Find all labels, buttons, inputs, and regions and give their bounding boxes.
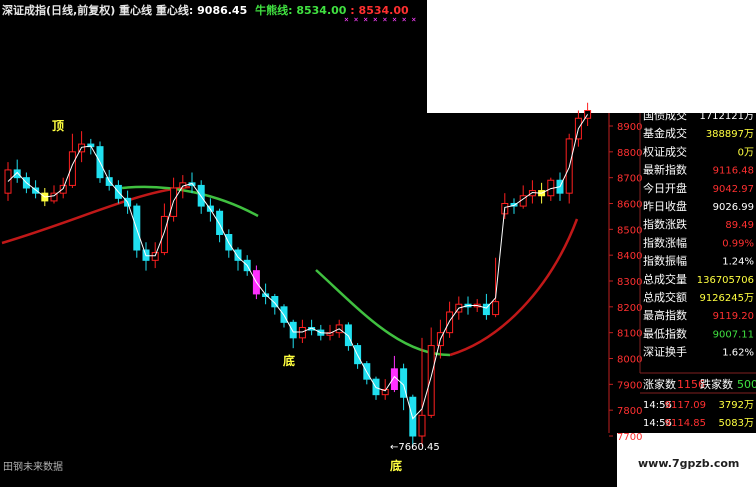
panel-row-value: 1712121万 (699, 111, 754, 122)
candle-body (446, 311, 454, 334)
chart-title: 深证成指(日线,前复权) 重心线 重心线: (2, 3, 193, 17)
panel-row-label: 指数振幅 (643, 254, 687, 268)
bottom-annotation-2: 底 (390, 458, 402, 473)
axis-tick-label: 8400 (617, 251, 642, 262)
tick-vol: 5083万 (719, 418, 754, 429)
panel-row-label: 权证成交 (643, 144, 687, 158)
top-annotation: 顶 (52, 119, 64, 133)
axis-tick-label: 8000 (617, 355, 642, 366)
panel-row-label: 国债成交 (643, 108, 687, 122)
candle-body (528, 190, 536, 197)
panel-row-value: 89.49 (725, 220, 754, 231)
candle-body (418, 414, 426, 437)
candle-body (427, 345, 435, 416)
axis-tick-label: 8700 (617, 174, 642, 185)
panel-row-label: 总成交量 (643, 272, 687, 286)
panel-row-value: 0.99% (722, 238, 754, 249)
axis-tick-label: 8600 (617, 200, 642, 211)
chart-background-left (0, 0, 427, 487)
candle-body (13, 169, 21, 179)
panel-row-value: 136705706 (697, 275, 754, 286)
panel-row-label: 最高指数 (643, 308, 687, 322)
panel-row-label: 昨日收盘 (643, 199, 687, 213)
panel-row-label: 总成交额 (643, 290, 687, 304)
panel-row-label: 最新指数 (643, 163, 687, 177)
panel-row-value: 9026.99 (713, 202, 754, 213)
bottom-annotation-1: 底 (283, 353, 295, 368)
panel-row-label: 指数涨幅 (643, 235, 687, 249)
panel-row-value: 0万 (738, 147, 754, 158)
axis-tick-label: 8200 (617, 303, 642, 314)
candle-body (289, 321, 297, 339)
footer-label: 田钢未来数据 (3, 460, 63, 473)
axis-tick-label: 8100 (617, 329, 642, 340)
axis-tick-label: 7700 (617, 432, 642, 443)
axis-tick-label: 7900 (617, 380, 642, 391)
panel-row-label: 今日开盘 (643, 181, 687, 195)
down-count-value: 500 (737, 378, 756, 391)
axis-tick-label: 8500 (617, 225, 642, 236)
panel-row-value: 388897万 (706, 129, 754, 140)
site-watermark: www.7gpzb.com (638, 457, 739, 470)
tick-vol: 3792万 (719, 400, 754, 411)
marker-cross-row: × × × × × × × × (344, 15, 416, 24)
axis-tick-label: 8900 (617, 122, 642, 133)
up-count-label: 涨家数 (643, 377, 676, 391)
candle-body (59, 184, 67, 194)
panel-row-value: 9126245万 (699, 293, 754, 304)
candle-body (68, 151, 76, 186)
panel-row-value: 1.24% (722, 257, 754, 268)
niuxiong-label: 牛熊线: (255, 3, 292, 17)
candle-body (160, 215, 168, 254)
tick-price: 9117.09 (665, 400, 706, 411)
panel-row-value: 9007.11 (713, 329, 754, 340)
axis-tick-label: 8800 (617, 148, 642, 159)
chart-background-bottom (427, 433, 617, 487)
niuxiong-value: 8534.00 (296, 4, 346, 17)
panel-row-value: 1.62% (722, 348, 754, 359)
marker-row: × × × × × × × × (344, 15, 416, 24)
panel-row-label: 深证换手 (643, 345, 687, 359)
panel-row-label: 基金成交 (643, 126, 687, 140)
candle-body (151, 252, 159, 261)
axis-tick-label: 8300 (617, 277, 642, 288)
axis-tick-label: 7800 (617, 406, 642, 417)
panel-row-value: 9119.20 (713, 311, 754, 322)
down-count-label: 跌家数 (700, 377, 733, 391)
stock-chart-screen: 深证成指(日线,前复权) 重心线 重心线: 9086.45 牛熊线: 8534.… (0, 0, 756, 487)
candle-body (492, 301, 500, 316)
zhongxin-value: 9086.45 (197, 4, 247, 17)
tick-price: 9114.85 (665, 418, 706, 429)
panel-row-value: 9116.48 (713, 166, 754, 177)
candle-body (216, 210, 224, 235)
panel-row-value: 9042.97 (713, 184, 754, 195)
candle-body (298, 327, 306, 339)
low-annotation: ←7660.45 (390, 442, 440, 453)
panel-row-label: 指数涨跌 (643, 217, 687, 231)
panel-row-label: 最低指数 (643, 326, 687, 340)
candle-body (344, 324, 352, 347)
candle-body (4, 169, 12, 194)
